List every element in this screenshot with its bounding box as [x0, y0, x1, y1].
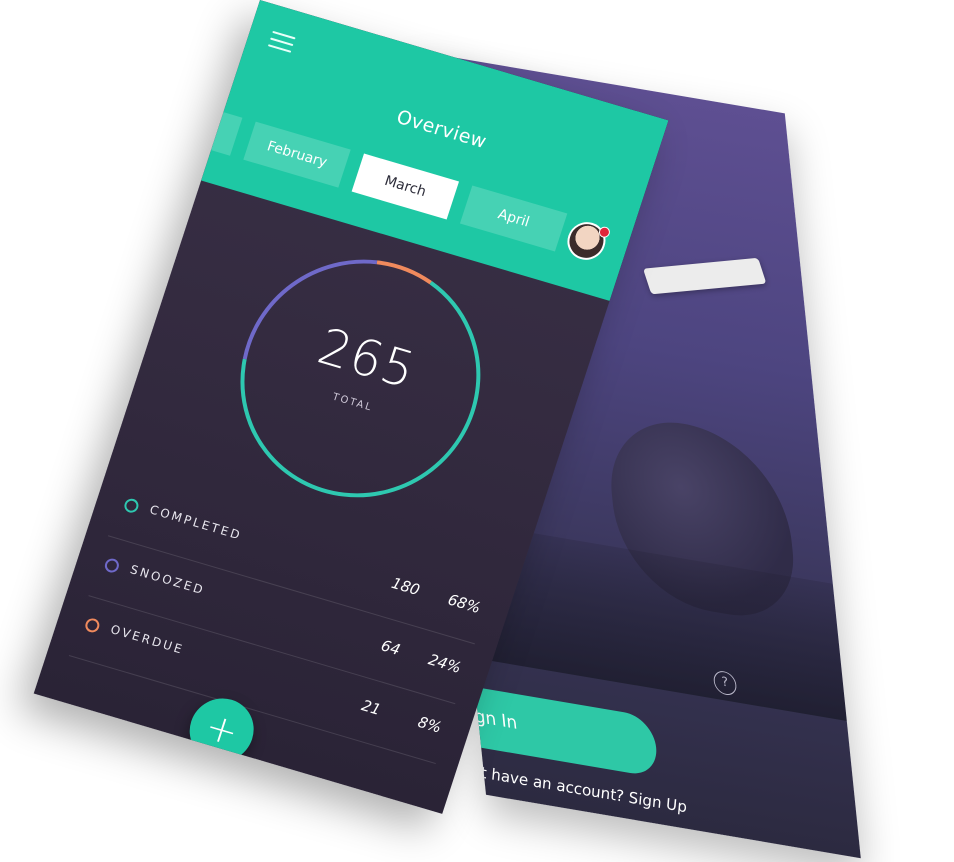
legend-label: OVERDUE [108, 622, 186, 657]
app-logo [642, 257, 767, 295]
tab-march[interactable]: March [351, 153, 460, 220]
legend-count: 180 [389, 573, 423, 600]
legend-percent: 24% [426, 650, 464, 677]
tab-january[interactable]: January [135, 89, 243, 156]
legend-percent: 68% [445, 590, 483, 618]
overdue-status-icon [83, 616, 102, 635]
snoozed-status-icon [103, 556, 121, 575]
hamburger-menu-icon[interactable] [267, 30, 296, 55]
legend-label: COMPLETED [147, 502, 244, 543]
legend-percent: 8% [415, 712, 444, 737]
legend-count: 21 [359, 696, 384, 719]
tab-april[interactable]: April [459, 185, 568, 252]
legend-label: SNOOZED [128, 562, 207, 598]
completed-status-icon [122, 497, 141, 515]
mockup-stage: ? Sign In Don't have an account? Sign Up… [0, 0, 954, 862]
month-tabs: January February March April [134, 89, 568, 256]
legend-count: 64 [378, 636, 403, 659]
total-ring-chart: 265 TOTAL [197, 219, 525, 539]
avatar[interactable] [562, 217, 612, 265]
notification-dot [597, 225, 612, 239]
tab-february[interactable]: February [243, 121, 351, 188]
